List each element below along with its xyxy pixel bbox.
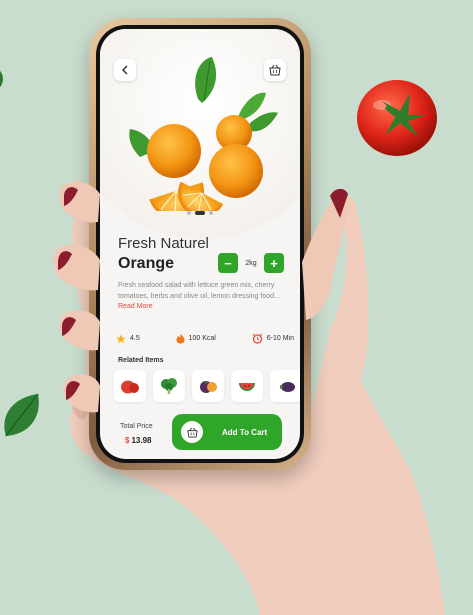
time-value: 6-10 Min [266,335,294,342]
tomato-icon [121,380,139,394]
related-item-watermelon[interactable] [231,370,263,402]
add-to-cart-button[interactable]: Add To Cart [172,414,282,450]
product-stats: 4.5 100 Kcal 6-10 Min [116,333,294,344]
time-stat: 6-10 Min [252,333,294,344]
product-subtitle: Fresh Naturel [118,235,209,252]
product-name: Orange [118,255,175,272]
product-description: Fresh seafood salad with lettuce green m… [118,281,288,313]
decrease-button[interactable]: − [218,253,238,273]
quantity-value: 2kg [245,259,257,267]
broccoli-icon [161,378,177,394]
cart-icon-circle [181,421,203,443]
vegetable-icon [280,382,295,392]
orange-product-image [129,57,278,211]
scene: Fresh Naturel Orange − 2kg + Fresh seafo… [0,0,473,615]
quantity-stepper: − 2kg + [218,253,284,273]
star-icon [116,334,126,343]
calories-value: 100 Kcal [188,335,216,342]
add-to-cart-label: Add To Cart [222,427,268,437]
related-items-list [114,370,300,402]
basket-icon [186,427,198,438]
phone: Fresh Naturel Orange − 2kg + Fresh seafo… [89,18,311,470]
eggplant-icon [200,381,217,393]
calories-stat: 100 Kcal [176,333,216,344]
related-item-eggplant[interactable] [192,370,224,402]
total-price-label: Total Price [120,423,153,430]
carousel-dot[interactable] [187,211,191,215]
carousel-dot[interactable] [209,211,213,215]
related-items-title: Related Items [118,357,164,364]
total-price-value: 13.98 [131,436,152,445]
carousel-dots [100,211,300,215]
phone-bezel: Fresh Naturel Orange − 2kg + Fresh seafo… [96,25,304,463]
watermelon-icon [239,383,255,391]
rating-value: 4.5 [130,335,140,342]
total-price: $13.98 [125,436,151,445]
currency-symbol: $ [125,436,130,445]
rating-stat: 4.5 [116,333,140,344]
flame-icon [176,333,185,344]
alarm-clock-icon [252,333,263,344]
related-item-vegetable[interactable] [270,370,300,402]
app-screen: Fresh Naturel Orange − 2kg + Fresh seafo… [100,29,300,459]
increase-button[interactable]: + [264,253,284,273]
carousel-dot-active[interactable] [195,211,205,215]
read-more-link[interactable]: Read More [118,303,153,310]
description-text: Fresh seafood salad with lettuce green m… [118,282,280,300]
related-item-broccoli[interactable] [153,370,185,402]
related-item-tomato[interactable] [114,370,146,402]
